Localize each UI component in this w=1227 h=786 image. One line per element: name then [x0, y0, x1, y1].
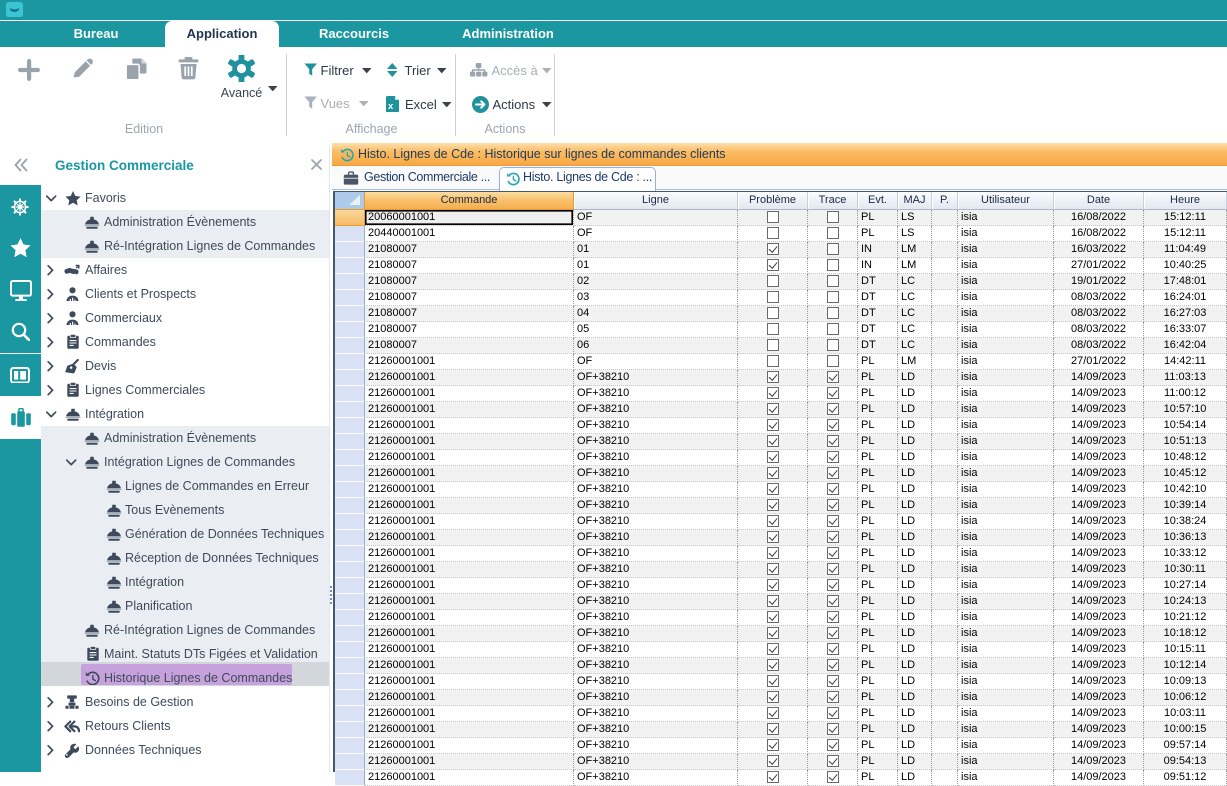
svg-text:x: x	[388, 101, 394, 112]
